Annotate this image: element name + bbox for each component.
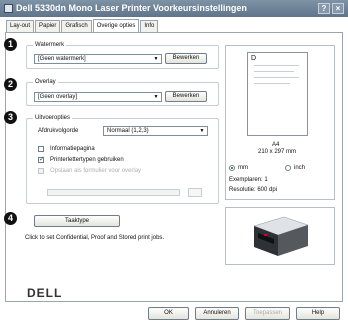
chevron-down-icon: ▼ (153, 94, 159, 100)
callout-1: 1 (4, 38, 17, 51)
save-form-checkbox[interactable] (38, 168, 44, 174)
printer-icon (253, 216, 309, 256)
window-title: Dell 5330dn Mono Laser Printer Voorkeurs… (16, 3, 247, 13)
printer-app-icon (4, 4, 13, 13)
printer-fonts-checkbox[interactable] (38, 155, 45, 163)
ok-button[interactable]: OK (148, 307, 189, 320)
tab-graphics[interactable]: Grafisch (61, 20, 92, 32)
output-options-title: Uitvoeropties (33, 114, 73, 122)
chevron-down-icon: ▼ (153, 56, 159, 62)
resolution-readout: Resolutie: 600 dpi (229, 187, 278, 193)
paper-dimensions: 210 x 297 mm (258, 149, 297, 155)
callout-4: 4 (4, 212, 17, 225)
job-type-hint: Click to set Confidential, Proof and Sto… (25, 235, 165, 241)
unit-inch-radio[interactable] (285, 165, 291, 171)
info-page-label: Informatiepagina (50, 146, 95, 152)
print-order-value: Normaal (1,2,3) (107, 128, 149, 134)
tab-strip: Lay-out Papier Grafisch Overige opties I… (6, 19, 159, 32)
print-order-select[interactable]: Normaal (1,2,3) ▼ (103, 126, 208, 136)
job-type-button[interactable]: Taaktype (34, 215, 120, 227)
info-page-checkbox[interactable] (38, 146, 44, 152)
unit-inch-label: inch (294, 165, 306, 171)
tab-other-options[interactable]: Overige opties (92, 19, 140, 32)
text-line-icon (254, 83, 290, 84)
copies-readout: Exemplaren: 1 (229, 177, 268, 183)
watermark-value: [Geen watermerk] (38, 56, 86, 62)
overlay-path-field[interactable] (47, 189, 180, 196)
tab-layout[interactable]: Lay-out (6, 20, 35, 32)
text-line-icon (254, 71, 294, 72)
help-title-button[interactable]: ? (318, 3, 330, 14)
watermark-select[interactable]: [Geen watermerk] ▼ (34, 54, 162, 64)
chevron-down-icon: ▼ (199, 128, 205, 134)
callout-3: 3 (4, 111, 17, 124)
overlay-select[interactable]: [Geen overlay] ▼ (34, 92, 162, 102)
watermark-title: Watermerk (33, 41, 67, 49)
printer-fonts-label: Printerlettertypen gebruiken (50, 157, 124, 163)
text-line-icon (254, 65, 299, 66)
paper-preview-icon: D (247, 52, 308, 136)
unit-mm-radio[interactable] (229, 165, 235, 171)
tab-paper[interactable]: Papier (35, 20, 61, 32)
overlay-title: Overlay (33, 78, 58, 86)
unit-mm-label: mm (238, 165, 248, 171)
apply-button[interactable]: Toepassen (245, 307, 290, 320)
overlay-value: [Geen overlay] (38, 94, 78, 100)
callout-2: 2 (4, 78, 17, 91)
help-button[interactable]: Help (296, 307, 340, 320)
tab-info[interactable]: Info (140, 20, 159, 32)
browse-button[interactable] (188, 188, 202, 197)
paper-letter: D (251, 55, 257, 62)
overlay-edit-button[interactable]: Bewerken (165, 91, 207, 102)
close-title-button[interactable]: × (332, 3, 344, 14)
save-form-label: Opslaan als formulier voor overlay (50, 168, 142, 174)
text-line-icon (254, 77, 299, 78)
dell-logo: DELL (27, 286, 63, 300)
title-bar: Dell 5330dn Mono Laser Printer Voorkeurs… (0, 0, 348, 17)
cancel-button[interactable]: Annuleren (195, 307, 239, 320)
printer-image-panel (225, 207, 335, 265)
watermark-edit-button[interactable]: Bewerken (165, 53, 207, 64)
print-order-label: Afdrukvolgorde (38, 128, 79, 134)
